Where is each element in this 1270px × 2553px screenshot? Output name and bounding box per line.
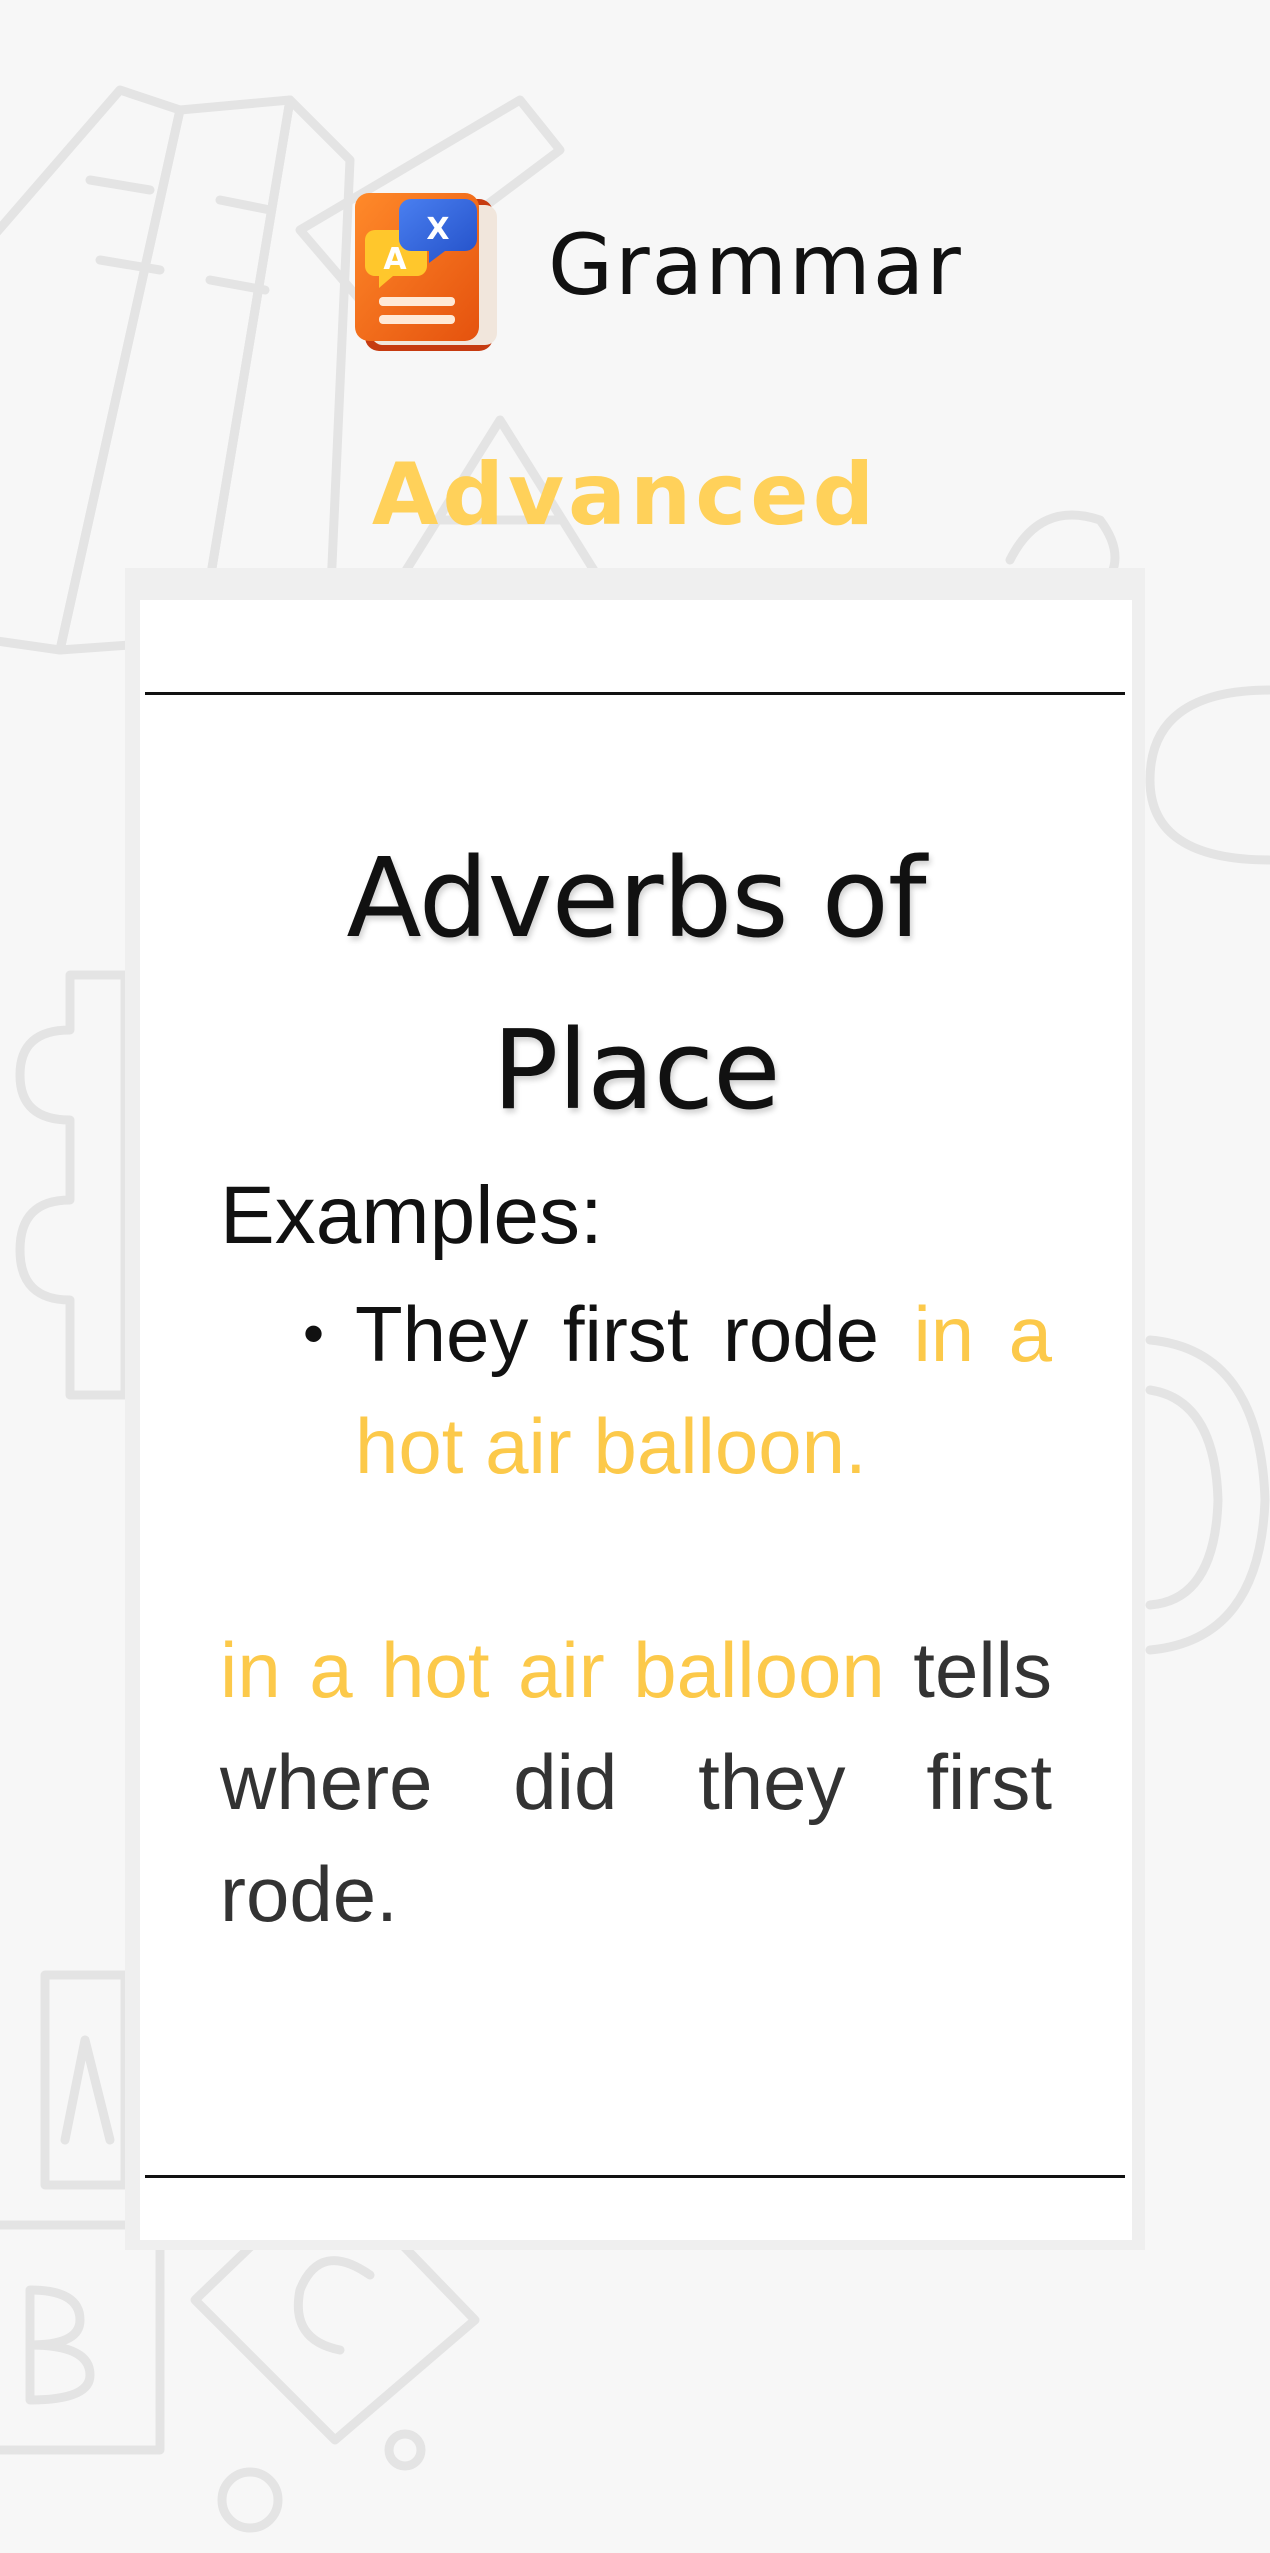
app-title: Grammar — [548, 216, 963, 314]
svg-text:A: A — [383, 242, 407, 277]
explanation-text: in a hot air balloon tells where did the… — [220, 1614, 1052, 1950]
bullet-icon: • — [303, 1300, 325, 1367]
grammar-book-icon: A X — [345, 185, 505, 355]
books-doodle — [0, 85, 185, 655]
level-label: Advanced — [371, 445, 879, 545]
app-header: A X Grammar — [0, 185, 1270, 355]
example-list: • They first rode in a hot air balloon. — [220, 1278, 1052, 1502]
svg-text:X: X — [426, 212, 449, 247]
blocks-doodle — [40, 1970, 130, 2190]
example-item: • They first rode in a hot air balloon. — [303, 1278, 1052, 1502]
example-text: They first rode — [355, 1290, 914, 1378]
explanation-highlight: in a hot air balloon — [220, 1626, 885, 1714]
lesson-heading: Adverbs of Place — [346, 834, 926, 1134]
lesson-content: Adverbs of Place Examples: • They first r… — [220, 812, 1052, 1950]
card-top-divider — [145, 692, 1125, 695]
card-bottom-divider — [145, 2175, 1125, 2178]
examples-label: Examples: — [220, 1170, 603, 1261]
puzzle-doodle — [15, 970, 130, 1400]
